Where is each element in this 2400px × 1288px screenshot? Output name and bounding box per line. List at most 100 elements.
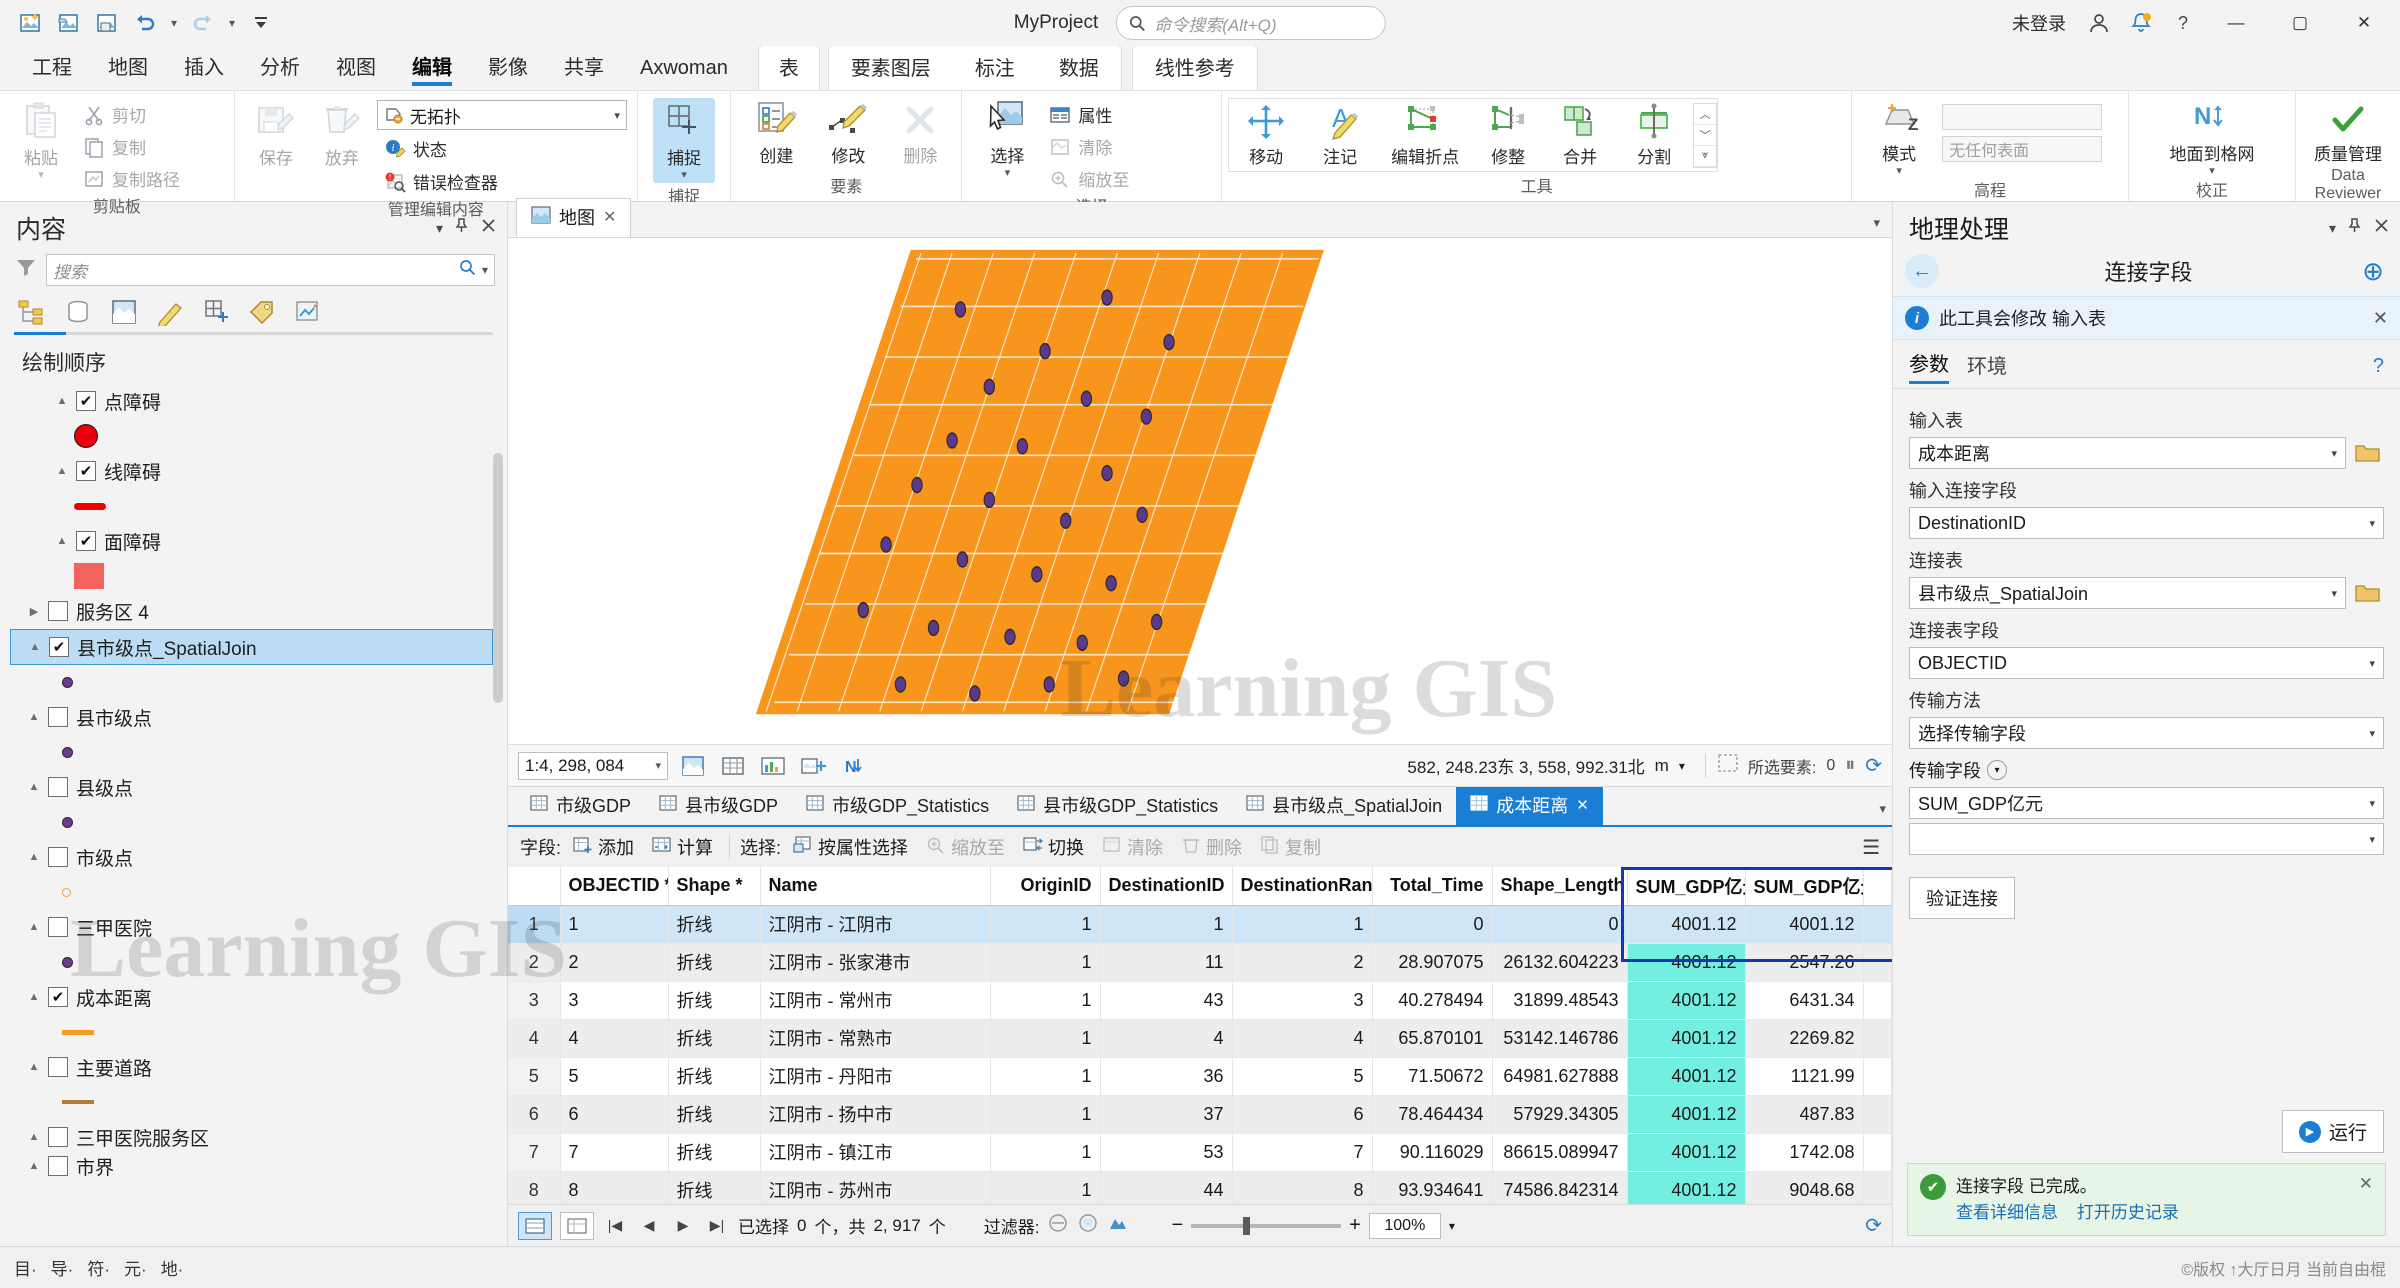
copy-selection-button[interactable]: 复制 [1254,832,1327,862]
layer-item-county-points[interactable]: ▲ 县级点 [10,769,507,805]
close-icon[interactable]: ✕ [603,207,616,227]
map-canvas[interactable] [508,238,1892,744]
view-tab-map[interactable]: 地图 ✕ [516,198,631,237]
chevron-down-icon[interactable]: ▾ [2369,657,2375,670]
close-button[interactable]: ✕ [2334,1,2394,45]
join-table-field-select[interactable]: OBJECTID ▾ [1909,647,2384,679]
cell-originid[interactable]: 1 [990,943,1100,981]
layer-item-line-barriers[interactable]: ▲ ✔ 线障碍 [10,453,507,489]
row-header-corner[interactable] [508,867,560,905]
row-number[interactable]: 3 [508,981,560,1019]
cell-destinationid[interactable]: 44 [1100,1171,1232,1204]
cell-objectid[interactable]: 2 [560,943,668,981]
minimize-button[interactable]: — [2206,1,2266,45]
layer-item-cost-distance[interactable]: ▲ ✔ 成本距离 [10,979,507,1015]
clear-selection-button[interactable]: 清除 [1096,832,1169,862]
table-tab-county-city-gdp[interactable]: 县市级GDP [645,787,792,825]
layer-checkbox[interactable] [48,1156,68,1176]
cell-sum-gdp-2[interactable]: 2547.26 [1745,943,1863,981]
zoom-slider-knob[interactable] [1243,1217,1250,1235]
layer-item-point-barriers[interactable]: ▲ ✔ 点障碍 [10,383,507,419]
zoom-to-selection-button[interactable]: 缩放至 [1042,164,1136,193]
zoom-in-icon[interactable]: + [1349,1214,1361,1237]
ribbon-tab-imagery[interactable]: 影像 [470,47,546,90]
layer-checkbox[interactable]: ✔ [48,987,68,1007]
cell-destinationid[interactable]: 37 [1100,1095,1232,1133]
row-number[interactable]: 4 [508,1019,560,1057]
column-header-objectid[interactable]: OBJECTID * [560,867,668,905]
open-history-link[interactable]: 打开历史记录 [2077,1203,2179,1222]
add-tool-icon[interactable]: ⊕ [2358,256,2388,286]
delete-button[interactable]: 删除 [889,98,951,169]
cell-sum-gdp-1[interactable]: 4001.12 [1627,1019,1745,1057]
cell-name[interactable]: 江阴市 - 苏州市 [760,1171,990,1204]
pause-icon[interactable]: ⏸ [1845,754,1855,777]
cell-originid[interactable]: 1 [990,1171,1100,1204]
chevron-down-icon[interactable]: ▾ [2369,517,2375,530]
ground-to-grid-dropdown-icon[interactable]: ▾ [2209,167,2215,175]
cell-destinationrank[interactable]: 5 [1232,1057,1372,1095]
input-table-select[interactable]: 成本距离 ▾ [1909,437,2346,469]
ribbon-tab-insert[interactable]: 插入 [166,47,242,90]
cell-objectid[interactable]: 8 [560,1171,668,1204]
join-table-select[interactable]: 县市级点_SpatialJoin ▾ [1909,577,2346,609]
gp-pin-icon[interactable] [2346,217,2363,240]
table-icon[interactable] [718,752,748,780]
table-row[interactable]: 5 5 折线 江阴市 - 丹阳市 1 36 5 71.50672 64981.6… [508,1057,1892,1095]
zoom-out-icon[interactable]: − [1171,1214,1183,1237]
expand-arrow-icon[interactable]: ▲ [28,921,40,933]
context-tab-table[interactable]: 表 [758,45,820,90]
table-tab-city-gdp[interactable]: 市级GDP [516,787,645,825]
chevron-down-icon[interactable]: ▾ [1987,760,2007,780]
cell-total-time[interactable]: 65.870101 [1372,1019,1492,1057]
next-record-button[interactable]: ▶ [670,1213,696,1239]
list-by-selection-icon[interactable] [106,296,142,328]
cell-shape[interactable]: 折线 [668,981,760,1019]
cell-destinationrank[interactable]: 1 [1232,905,1372,943]
cell-sum-gdp-1[interactable]: 4001.12 [1627,1171,1745,1204]
cell-destinationrank[interactable]: 2 [1232,943,1372,981]
table-tabs-overflow-icon[interactable]: ▾ [1879,801,1886,817]
command-search-input[interactable]: 命令搜索(Alt+Q) [1116,6,1386,40]
expand-arrow-icon[interactable]: ▲ [56,535,68,547]
table-row[interactable]: 2 2 折线 江阴市 - 张家港市 1 11 2 28.907075 26132… [508,943,1892,981]
expand-arrow-icon[interactable]: ▲ [28,1061,40,1073]
previous-record-button[interactable]: ◀ [636,1213,662,1239]
select-dropdown-icon[interactable]: ▾ [1005,169,1011,177]
cell-objectid[interactable]: 7 [560,1133,668,1171]
cell-total-time[interactable]: 78.464434 [1372,1095,1492,1133]
maximize-button[interactable]: ▢ [2270,1,2330,45]
layer-checkbox[interactable] [48,847,68,867]
column-header-destinationrank[interactable]: DestinationRank [1232,867,1372,905]
copy-button[interactable]: 复制 [76,132,187,161]
cell-sum-gdp-2[interactable]: 2269.82 [1745,1019,1863,1057]
edit-vertices-button[interactable]: 编辑折点 [1377,103,1473,168]
expand-arrow-icon[interactable]: ▲ [28,851,40,863]
layer-item-city-points[interactable]: ▲ 市级点 [10,839,507,875]
view-collapse-icon[interactable]: ▾ [1873,215,1880,231]
snapping-dropdown-icon[interactable]: ▾ [681,171,687,179]
layer-item-county-city-points[interactable]: ▲ 县市级点 [10,699,507,735]
chevron-down-icon[interactable]: ▾ [2369,727,2375,740]
cell-originid[interactable]: 1 [990,905,1100,943]
cell-sum-gdp-2[interactable]: 1121.99 [1745,1057,1863,1095]
chart-icon[interactable] [758,752,788,780]
context-tab-feature-layer[interactable]: 要素图层 [829,46,953,90]
split-button[interactable]: 分割 [1617,103,1691,168]
transfer-field-row-1[interactable]: SUM_GDP亿元 ▾ [1909,787,2384,819]
list-by-diagram-icon[interactable] [290,296,326,328]
cell-total-time[interactable]: 90.116029 [1372,1133,1492,1171]
table-tab-cost-distance[interactable]: 成本距离 ✕ [1456,787,1603,825]
cell-shape-length[interactable]: 53142.146786 [1492,1019,1627,1057]
table-tab-city-gdp-statistics[interactable]: 市级GDP_Statistics [792,787,1003,825]
expand-arrow-icon[interactable]: ▲ [28,991,40,1003]
cell-destinationrank[interactable]: 4 [1232,1019,1372,1057]
row-number[interactable]: 7 [508,1133,560,1171]
cell-destinationid[interactable]: 1 [1100,905,1232,943]
list-by-data-source-icon[interactable] [60,296,96,328]
gp-close-icon[interactable] [2373,217,2390,240]
redo-icon[interactable] [186,6,220,40]
column-header-destinationid[interactable]: DestinationID [1100,867,1232,905]
cell-shape[interactable]: 折线 [668,1133,760,1171]
elevation-field-top[interactable] [1942,104,2102,130]
